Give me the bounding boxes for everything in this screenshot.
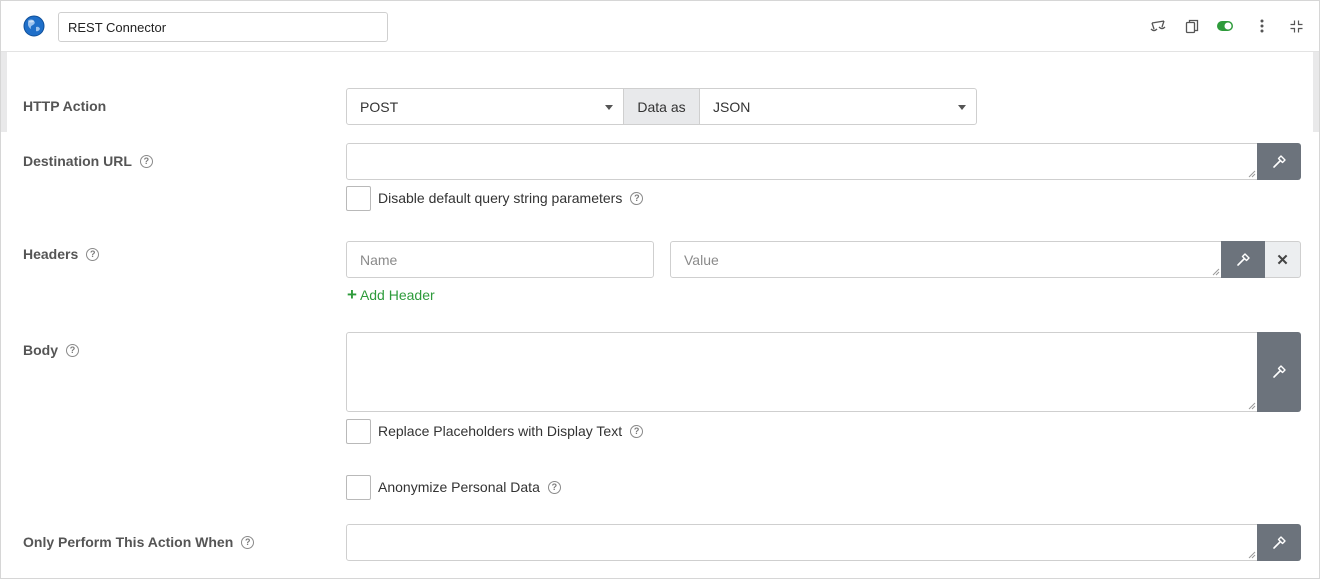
help-icon[interactable]: ? — [547, 480, 561, 494]
resize-handle-icon[interactable] — [1248, 170, 1256, 178]
body-label: Body ? — [23, 342, 79, 358]
resize-handle-icon[interactable] — [1248, 402, 1256, 410]
disable-query-string-checkbox[interactable] — [346, 186, 371, 211]
add-header-label: Add Header — [359, 287, 435, 303]
header-name-input[interactable] — [346, 241, 654, 278]
destination-url-input[interactable] — [346, 143, 1258, 180]
scale-icon[interactable] — [1149, 17, 1167, 35]
condition-label-text: Only Perform This Action When — [23, 534, 234, 550]
condition-label: Only Perform This Action When ? — [23, 534, 255, 550]
header-value-placeholder-button[interactable] — [1221, 241, 1265, 278]
panel-left-edge — [1, 52, 7, 132]
headers-label: Headers ? — [23, 246, 100, 262]
resize-handle-icon[interactable] — [1248, 551, 1256, 559]
headers-label-text: Headers — [23, 246, 79, 262]
replace-placeholders-label-text: Replace Placeholders with Display Text — [378, 423, 623, 439]
disable-query-string-label-text: Disable default query string parameters — [378, 190, 623, 206]
help-icon[interactable]: ? — [241, 535, 255, 549]
http-method-select[interactable]: POST — [346, 88, 624, 125]
anonymize-checkbox[interactable] — [346, 475, 371, 500]
body-placeholder-button[interactable] — [1257, 332, 1301, 412]
replace-placeholders-checkbox[interactable] — [346, 419, 371, 444]
chevron-down-icon — [958, 105, 966, 110]
condition-input[interactable] — [346, 524, 1258, 561]
resize-handle-icon[interactable] — [1212, 268, 1220, 276]
connector-name-input[interactable] — [58, 12, 388, 42]
panel-right-edge — [1313, 52, 1319, 132]
copy-icon[interactable] — [1183, 17, 1201, 35]
add-header-link[interactable]: + Add Header — [347, 285, 435, 304]
remove-header-button[interactable]: ✕ — [1265, 241, 1301, 278]
http-action-label: HTTP Action — [23, 98, 106, 114]
toggle-icon[interactable] — [1216, 17, 1234, 35]
condition-placeholder-button[interactable] — [1257, 524, 1301, 561]
more-vertical-icon[interactable] — [1253, 17, 1271, 35]
body-label-text: Body — [23, 342, 58, 358]
help-icon[interactable]: ? — [630, 424, 644, 438]
data-format-value: JSON — [713, 98, 751, 115]
help-icon[interactable]: ? — [86, 247, 100, 261]
disable-query-string-label: Disable default query string parameters … — [378, 190, 644, 206]
rest-connector-panel: HTTP Action POST Data as JSON Destinatio… — [0, 0, 1320, 579]
destination-url-placeholder-button[interactable] — [1257, 143, 1301, 180]
hammer-icon — [1273, 535, 1286, 549]
hammer-icon — [1237, 252, 1250, 266]
close-icon: ✕ — [1276, 251, 1289, 269]
hammer-icon — [1273, 154, 1286, 168]
destination-url-label: Destination URL ? — [23, 153, 153, 169]
body-textarea[interactable] — [346, 332, 1258, 412]
anonymize-label: Anonymize Personal Data ? — [378, 479, 561, 495]
data-as-addon: Data as — [623, 88, 700, 125]
http-action-label-text: HTTP Action — [23, 98, 107, 114]
help-icon[interactable]: ? — [630, 191, 644, 205]
help-icon[interactable]: ? — [66, 343, 79, 357]
data-as-label: Data as — [637, 98, 686, 115]
data-format-select[interactable]: JSON — [699, 88, 977, 125]
connector-header — [1, 1, 1319, 52]
chevron-down-icon — [605, 105, 613, 110]
replace-placeholders-label: Replace Placeholders with Display Text ? — [378, 423, 644, 439]
plus-icon: + — [347, 285, 357, 304]
http-method-value: POST — [360, 98, 399, 115]
header-value-input[interactable] — [670, 241, 1222, 278]
help-icon[interactable]: ? — [139, 154, 153, 168]
destination-url-label-text: Destination URL — [23, 153, 132, 169]
collapse-icon[interactable] — [1287, 17, 1305, 35]
globe-icon — [23, 15, 45, 37]
anonymize-label-text: Anonymize Personal Data — [378, 479, 540, 495]
hammer-icon — [1273, 365, 1286, 378]
